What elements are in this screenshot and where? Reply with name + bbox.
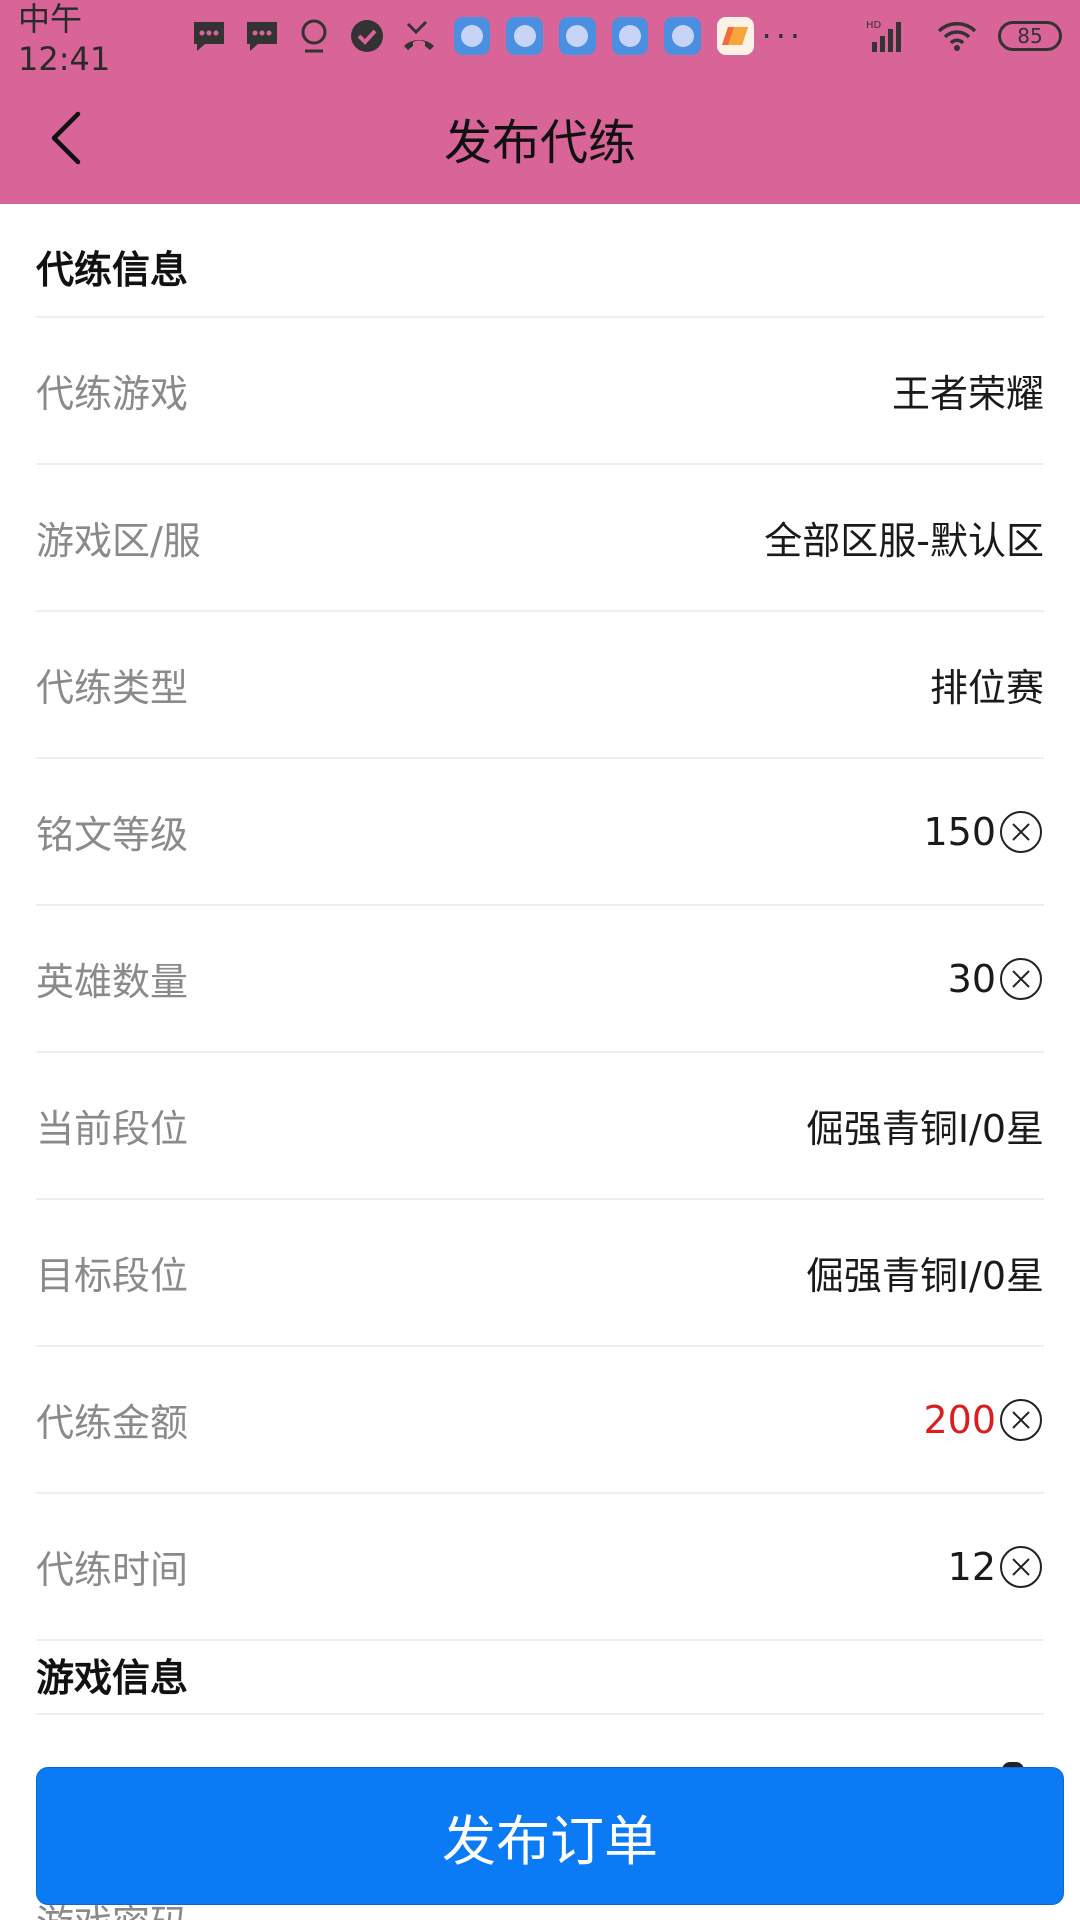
row-label: 代练时间	[36, 1548, 189, 1592]
row-boost-time[interactable]: 代练时间 12	[36, 1494, 1044, 1641]
row-label: 代练类型	[36, 666, 189, 710]
wifi-icon	[937, 16, 977, 56]
row-value-selector[interactable]: 王者荣耀	[892, 363, 1044, 418]
publish-order-label: 发布订单	[442, 1809, 658, 1873]
publish-order-button[interactable]: 发布订单	[36, 1767, 1064, 1905]
row-label: 铭文等级	[36, 813, 189, 857]
row-label: 代练游戏	[36, 372, 189, 416]
clear-icon[interactable]	[998, 956, 1044, 1002]
app-notification-icon	[506, 17, 543, 55]
row-label: 英雄数量	[36, 960, 189, 1004]
signal-icon: HD	[865, 16, 909, 56]
row-target-rank[interactable]: 目标段位 倔强青铜I/0星	[36, 1200, 1044, 1347]
status-time: 中午12:41	[18, 0, 111, 78]
clear-icon[interactable]	[998, 809, 1044, 855]
missed-call-icon	[400, 16, 439, 56]
app-notification-icon	[558, 17, 596, 55]
boost-time-input[interactable]: 12	[948, 1544, 1044, 1590]
more-notifications-icon: ···	[761, 17, 805, 55]
message-icon	[190, 16, 229, 56]
boost-amount-input[interactable]: 200	[923, 1397, 1044, 1443]
back-button[interactable]	[44, 108, 92, 168]
message-icon	[242, 16, 281, 56]
battery-icon: 85	[998, 21, 1063, 51]
row-label: 游戏区/服	[36, 519, 201, 563]
form-content[interactable]: 代练信息 代练游戏 王者荣耀 游戏区/服 全部区服-默认区 代练类型 排位赛 铭…	[0, 204, 1080, 1715]
hero-count-input[interactable]: 30	[948, 956, 1044, 1002]
row-boost-amount[interactable]: 代练金额 200	[36, 1347, 1044, 1494]
page-title: 发布代练	[443, 115, 636, 171]
row-value-selector[interactable]: 倔强青铜I/0星	[806, 1098, 1044, 1153]
clear-icon[interactable]	[998, 1397, 1044, 1443]
next-row-label: 游戏密码	[36, 1905, 188, 1920]
row-label: 代练金额	[36, 1401, 189, 1445]
section-title-game-info: 游戏信息	[36, 1641, 1044, 1715]
row-server[interactable]: 游戏区/服 全部区服-默认区	[36, 465, 1044, 612]
row-value-selector[interactable]: 全部区服-默认区	[764, 510, 1044, 565]
row-label: 当前段位	[36, 1107, 189, 1151]
location-icon	[295, 16, 334, 56]
section-title-boost-info: 代练信息	[36, 204, 1044, 318]
app-notification-icon	[664, 17, 701, 55]
svg-text:HD: HD	[866, 20, 882, 31]
chevron-left-icon	[51, 111, 81, 165]
clear-icon[interactable]	[998, 1544, 1044, 1590]
row-boost-type[interactable]: 代练类型 排位赛	[36, 612, 1044, 759]
app-notification-icon	[611, 17, 649, 55]
row-inscription-level[interactable]: 铭文等级 150	[36, 759, 1044, 906]
row-label: 目标段位	[36, 1254, 189, 1298]
row-current-rank[interactable]: 当前段位 倔强青铜I/0星	[36, 1053, 1044, 1200]
check-circle-icon	[347, 16, 386, 56]
eraser-app-icon	[716, 17, 754, 55]
status-bar: 中午12:41 ··· HD 85	[0, 0, 1080, 78]
row-game[interactable]: 代练游戏 王者荣耀	[36, 318, 1044, 465]
screen: 中午12:41 ··· HD 85 发布代练 代练信息 代练游戏 王者荣耀 游戏…	[0, 0, 1080, 1920]
row-value-selector[interactable]: 排位赛	[930, 657, 1044, 712]
app-notification-icon	[453, 17, 491, 55]
inscription-level-input[interactable]: 150	[923, 809, 1044, 855]
row-hero-count[interactable]: 英雄数量 30	[36, 906, 1044, 1053]
battery-level: 85	[1017, 24, 1043, 48]
row-value-selector[interactable]: 倔强青铜I/0星	[806, 1245, 1044, 1300]
app-header: 发布代练	[0, 72, 1080, 204]
status-right: ··· HD 85	[762, 16, 1063, 56]
